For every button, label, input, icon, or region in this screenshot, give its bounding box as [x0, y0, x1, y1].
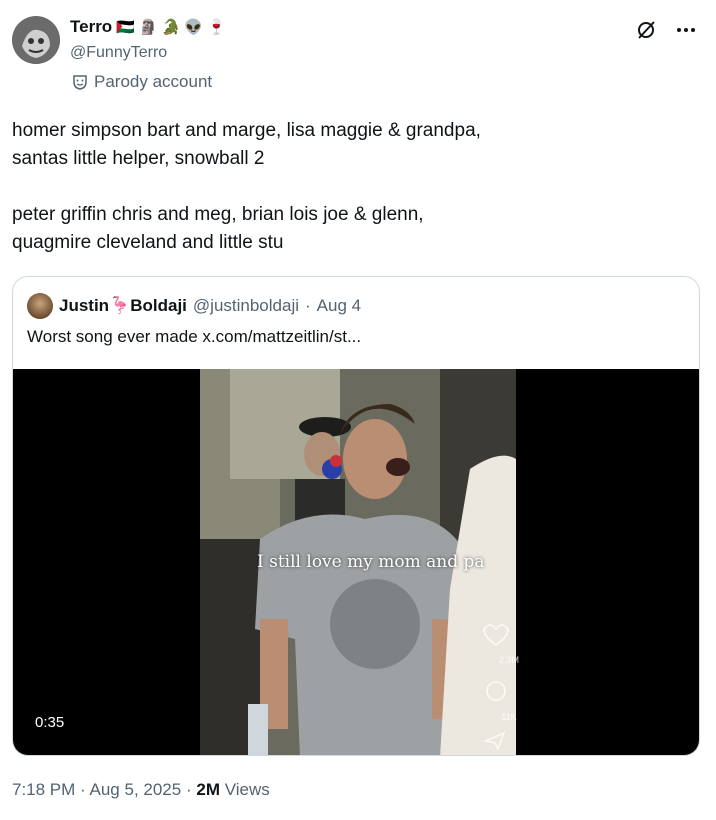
parody-label: Parody account [72, 72, 212, 92]
parody-mask-icon [73, 75, 87, 90]
video-caption: I still love my mom and pa [257, 552, 485, 572]
quote-author-name[interactable]: Justin🦩Boldaji [59, 296, 187, 316]
author-emoji: 👽 [184, 18, 203, 36]
parody-text: Parody account [94, 72, 213, 91]
author-emoji: 🍷 [206, 18, 226, 36]
author-avatar[interactable] [12, 16, 60, 64]
quoted-tweet[interactable]: Justin🦩Boldaji @justinboldaji · Aug 4 Wo… [12, 276, 700, 756]
video-duration: 0:35 [27, 711, 73, 734]
views-label: Views [224, 780, 270, 799]
author-handle[interactable]: @FunnyTerro [70, 44, 167, 62]
separator: · [80, 780, 86, 799]
separator: · [305, 296, 311, 315]
video-comment-count: 11K [501, 712, 517, 722]
author-emoji: 🐊 [161, 18, 181, 36]
separator: · [185, 780, 192, 799]
more-options-icon[interactable] [674, 18, 698, 42]
tweet-meta: 7:18 PM · Aug 5, 2025 · 2M Views [12, 780, 270, 800]
video-player[interactable]: 2.3M 11K I still love my mom and pa 0:35 [13, 369, 699, 755]
grok-icon[interactable] [634, 18, 658, 42]
author-emoji: 🗿 [138, 18, 158, 36]
tweet-line: peter griffin chris and meg, brian lois … [12, 204, 424, 225]
flamingo-emoji: 🦩 [109, 296, 131, 315]
views-count: 2M [196, 780, 220, 799]
quote-author-handle[interactable]: @justinboldaji [193, 296, 299, 316]
video-like-count: 2.3M [498, 655, 519, 665]
tweet-line: quagmire cleveland and little stu [12, 232, 284, 253]
tweet-text: homer simpson bart and marge, lisa maggi… [12, 117, 692, 257]
quote-date[interactable]: Aug 4 [317, 296, 361, 316]
quote-avatar[interactable] [27, 293, 53, 319]
tweet-line: homer simpson bart and marge, lisa maggi… [12, 120, 481, 141]
tweet-line: santas little helper, snowball 2 [12, 148, 265, 169]
author-display-name[interactable]: Terro [70, 17, 112, 37]
avatar-icon [12, 16, 60, 64]
tweet-date[interactable]: Aug 5, 2025 [90, 780, 182, 799]
tweet-time[interactable]: 7:18 PM [12, 780, 75, 799]
quote-text: Worst song ever made x.com/mattzeitlin/s… [27, 327, 362, 346]
author-emoji: 🇵🇸 [116, 18, 135, 36]
